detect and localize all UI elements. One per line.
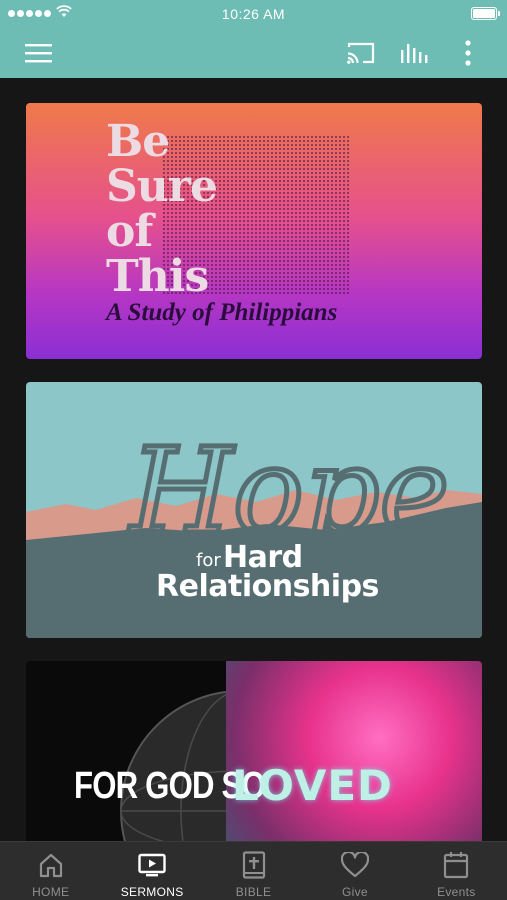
tab-give[interactable]: Give bbox=[304, 842, 405, 900]
sermon-card-hope[interactable]: Hope for Hard Relationships bbox=[26, 382, 482, 638]
tab-label: BIBLE bbox=[235, 885, 272, 899]
sermon-card-be-sure-of-this[interactable]: Be Sure of This A Study of Philippians bbox=[26, 103, 482, 359]
cast-icon[interactable] bbox=[344, 36, 378, 70]
sermon-title-part2: LOVED bbox=[232, 761, 393, 810]
tab-label: HOME bbox=[32, 885, 70, 899]
color-gradient-panel bbox=[226, 661, 482, 841]
more-vertical-icon[interactable] bbox=[451, 36, 485, 70]
tab-bible[interactable]: BIBLE bbox=[203, 842, 304, 900]
tab-home[interactable]: HOME bbox=[0, 842, 101, 900]
tv-play-icon bbox=[138, 851, 166, 879]
tab-label: SERMONS bbox=[120, 885, 184, 899]
tab-events[interactable]: Events bbox=[406, 842, 507, 900]
sermon-subtitle-line2: Relationships bbox=[156, 569, 379, 604]
battery-icon bbox=[471, 7, 500, 20]
sermon-subtitle: A Study of Philippians bbox=[106, 299, 338, 326]
bottom-tab-bar: HOME SERMONS BIBLE Give Events bbox=[0, 841, 507, 900]
status-time: 10:26 AM bbox=[221, 6, 286, 22]
sermon-card-for-god-so-loved[interactable]: FOR GOD SO LOVED bbox=[26, 661, 482, 841]
hamburger-menu-icon[interactable] bbox=[22, 36, 56, 70]
home-icon bbox=[37, 851, 65, 879]
app-bar bbox=[0, 28, 507, 78]
tab-label: Give bbox=[341, 885, 368, 899]
tab-label: Events bbox=[437, 885, 476, 899]
bible-icon bbox=[240, 851, 268, 879]
status-bar: 10:26 AM bbox=[0, 0, 507, 28]
sermon-list: Be Sure of This A Study of Philippians H… bbox=[0, 78, 507, 841]
calendar-icon bbox=[442, 851, 470, 879]
tab-sermons[interactable]: SERMONS bbox=[101, 842, 202, 900]
sermon-subtitle-for: for bbox=[196, 550, 221, 571]
sermon-title: Be Sure of This bbox=[106, 116, 218, 302]
audio-bars-icon[interactable] bbox=[397, 36, 431, 70]
heart-icon bbox=[340, 851, 369, 879]
